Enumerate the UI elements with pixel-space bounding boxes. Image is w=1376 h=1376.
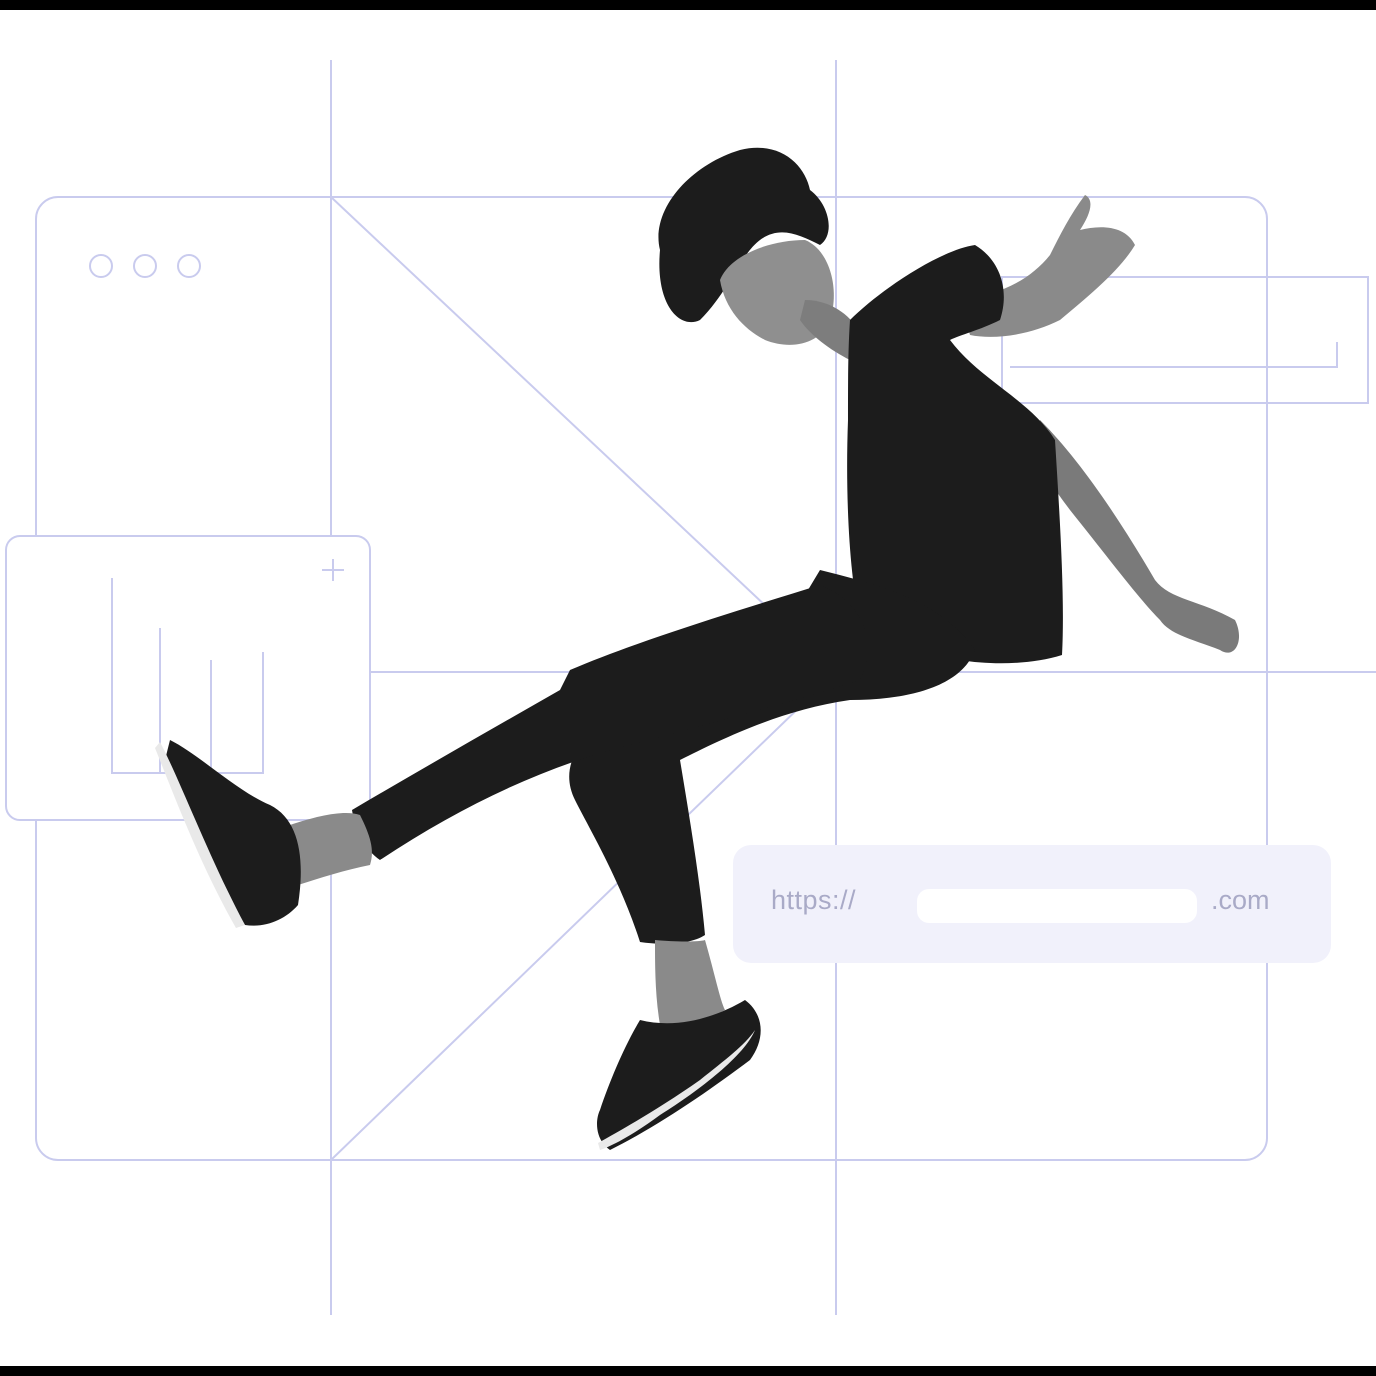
url-bar[interactable]: https:// .com — [733, 845, 1331, 963]
url-suffix: .com — [1211, 885, 1270, 915]
url-input[interactable] — [917, 889, 1197, 923]
illustration — [0, 10, 1376, 1366]
url-prefix: https:// — [771, 885, 857, 915]
